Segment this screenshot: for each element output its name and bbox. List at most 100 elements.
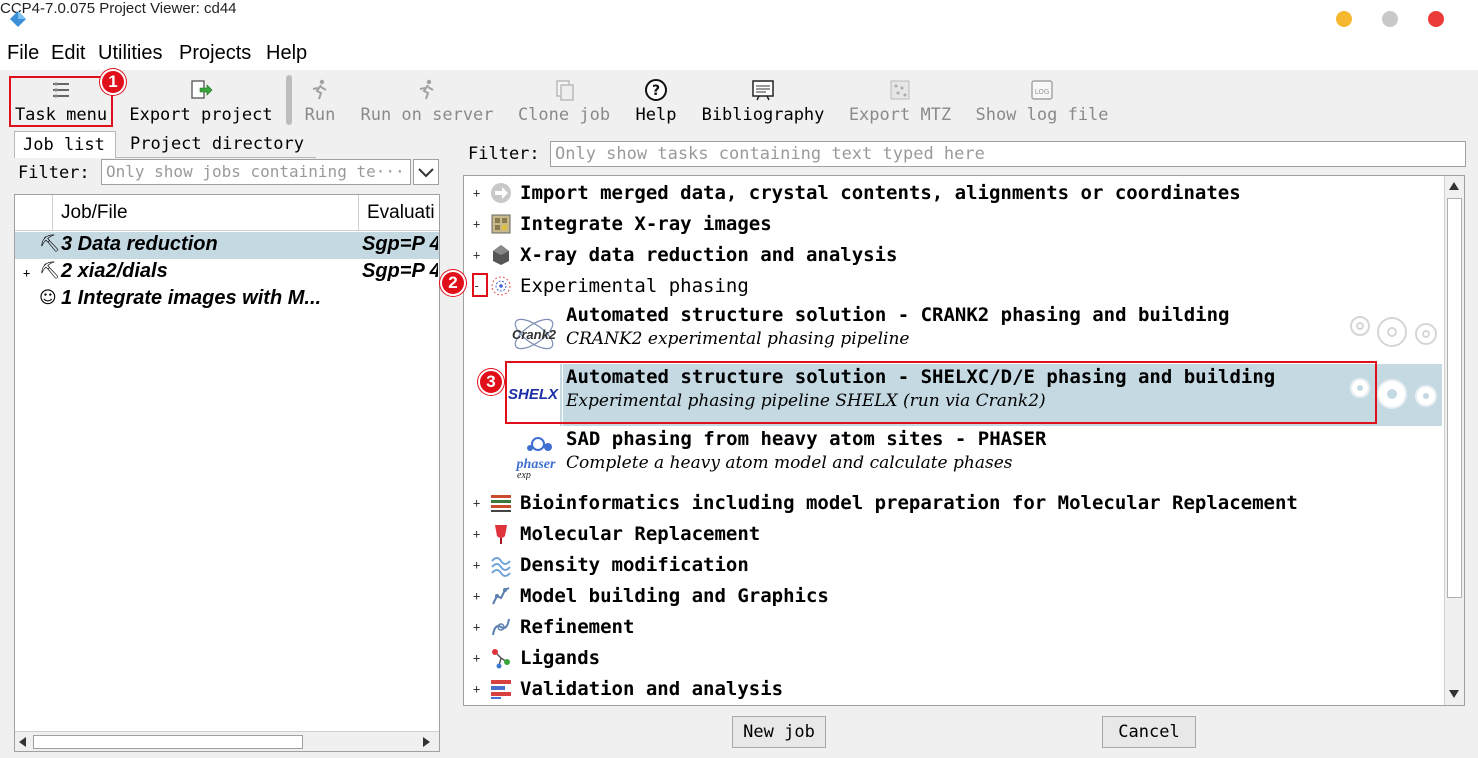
menu-projects[interactable]: Projects bbox=[179, 42, 251, 65]
category-label: Experimental phasing bbox=[520, 275, 749, 297]
category-refinement[interactable]: + Refinement bbox=[464, 612, 1444, 643]
expand-icon[interactable]: + bbox=[473, 651, 480, 665]
expand-icon[interactable]: + bbox=[473, 620, 480, 634]
bibliography-button[interactable]: Bibliography bbox=[698, 74, 828, 128]
expand-icon[interactable]: + bbox=[473, 186, 480, 200]
aimless-icon bbox=[493, 245, 509, 265]
job-table-horizontal-scrollbar[interactable] bbox=[15, 731, 439, 751]
import-arrow-icon bbox=[491, 183, 511, 203]
run-on-server-button[interactable]: Run on server bbox=[358, 74, 496, 128]
window-title: CCP4-7.0.075 Project Viewer: cd44 bbox=[0, 0, 237, 17]
expand-icon[interactable]: + bbox=[473, 682, 480, 696]
smiley-icon: ☺ bbox=[39, 288, 57, 308]
category-ligands[interactable]: + Ligands bbox=[464, 643, 1444, 674]
run-label: Run bbox=[304, 105, 336, 125]
detector-icon bbox=[491, 214, 511, 234]
category-label: Bioinformatics including model preparati… bbox=[520, 492, 1298, 514]
job-table: Job/File Evaluati ⛏ 3 Data reduction Sgp… bbox=[14, 194, 440, 752]
scroll-up-icon[interactable] bbox=[1449, 182, 1459, 190]
task-filter-input[interactable]: Only show tasks containing text typed he… bbox=[550, 141, 1466, 167]
header-spacer bbox=[15, 195, 53, 231]
menu-utilities[interactable]: Utilities bbox=[98, 42, 162, 65]
job-filter-input[interactable]: Only show jobs containing te··· bbox=[101, 159, 411, 185]
task-tree-vertical-scrollbar[interactable] bbox=[1444, 176, 1464, 705]
expand-icon[interactable]: + bbox=[473, 496, 480, 510]
expand-icon[interactable]: + bbox=[473, 527, 480, 541]
collapse-icon[interactable]: - bbox=[473, 279, 480, 293]
close-button[interactable] bbox=[1428, 11, 1444, 27]
task-title: Automated structure solution - CRANK2 ph… bbox=[566, 304, 1230, 326]
job-evaluation: Sgp=P 4 bbox=[362, 233, 438, 255]
expand-icon[interactable]: + bbox=[473, 558, 480, 572]
expand-icon[interactable]: + bbox=[473, 248, 480, 262]
maximize-button[interactable] bbox=[1382, 11, 1398, 27]
step-badge-3: 3 bbox=[478, 369, 504, 395]
ligand-icon bbox=[492, 649, 510, 669]
task-menu-button[interactable]: Task menu bbox=[10, 74, 112, 128]
job-evaluation: Sgp=P 4 bbox=[362, 260, 438, 282]
gears-icon bbox=[1350, 316, 1437, 347]
new-job-button[interactable]: New job bbox=[732, 716, 826, 748]
job-table-header: Job/File Evaluati bbox=[15, 195, 439, 231]
task-list-icon bbox=[53, 82, 69, 98]
title-bar: CCP4-7.0.075 Project Viewer: cd44 bbox=[0, 0, 1478, 38]
job-row-1[interactable]: ☺ 1 Integrate images with M... bbox=[15, 286, 439, 313]
show-log-file-button[interactable]: LOG Show log file bbox=[972, 74, 1112, 128]
column-evaluation[interactable]: Evaluati bbox=[359, 195, 439, 231]
bibliography-label: Bibliography bbox=[701, 105, 825, 125]
toolbar-separator bbox=[286, 75, 292, 125]
category-label: Import merged data, crystal contents, al… bbox=[520, 182, 1241, 204]
shelx-logo: SHELX bbox=[507, 386, 558, 403]
gears-icon bbox=[1350, 378, 1437, 409]
horizontal-scroll-thumb[interactable] bbox=[33, 735, 303, 749]
vertical-scroll-thumb[interactable] bbox=[1447, 198, 1462, 598]
shelx-divider bbox=[562, 364, 563, 426]
tab-project-directory[interactable]: Project directory bbox=[116, 134, 316, 158]
bioinformatics-icon bbox=[491, 495, 511, 512]
category-bioinformatics[interactable]: + Bioinformatics including model prepara… bbox=[464, 488, 1444, 519]
menu-edit[interactable]: Edit bbox=[51, 42, 85, 65]
clone-job-button[interactable]: Clone job bbox=[514, 74, 614, 128]
step-badge-1: 1 bbox=[100, 69, 126, 95]
export-project-label: Export project bbox=[129, 105, 273, 125]
help-button[interactable]: ? Help bbox=[632, 74, 680, 128]
category-label: Ligands bbox=[520, 647, 601, 669]
export-mtz-button[interactable]: Export MTZ bbox=[846, 74, 954, 128]
scroll-down-icon[interactable] bbox=[1449, 690, 1459, 698]
category-data-reduction[interactable]: + X-ray data reduction and analysis bbox=[464, 240, 1444, 271]
category-experimental-phasing[interactable]: - Experimental phasing bbox=[464, 271, 1444, 302]
category-integrate[interactable]: + Integrate X-ray images bbox=[464, 209, 1444, 240]
show-log-file-label: Show log file bbox=[975, 105, 1109, 125]
category-label: Model building and Graphics bbox=[520, 585, 829, 607]
task-shelx[interactable]: SHELX Automated structure solution - SHE… bbox=[504, 364, 1442, 426]
export-mtz-icon bbox=[890, 80, 910, 100]
task-phaser-sad[interactable]: phaser exp SAD phasing from heavy atom s… bbox=[504, 426, 1442, 488]
menu-file[interactable]: File bbox=[7, 42, 39, 65]
task-crank2[interactable]: Crank2 Automated structure solution - CR… bbox=[504, 302, 1442, 364]
category-molecular-replacement[interactable]: + Molecular Replacement bbox=[464, 519, 1444, 550]
scroll-right-icon[interactable] bbox=[423, 737, 431, 747]
job-expander[interactable]: + bbox=[23, 266, 30, 280]
menu-help[interactable]: Help bbox=[266, 42, 307, 65]
category-model-building[interactable]: + Model building and Graphics bbox=[464, 581, 1444, 612]
job-row-2[interactable]: + ⛏ 2 xia2/dials Sgp=P 4 bbox=[15, 259, 439, 286]
category-import[interactable]: + Import merged data, crystal contents, … bbox=[464, 178, 1444, 209]
column-job-file[interactable]: Job/File bbox=[53, 195, 359, 231]
category-label: Validation and analysis bbox=[520, 678, 784, 700]
job-row-3[interactable]: ⛏ 3 Data reduction Sgp=P 4 bbox=[15, 232, 439, 259]
job-filter-dropdown[interactable] bbox=[413, 159, 439, 185]
expand-icon[interactable]: + bbox=[473, 589, 480, 603]
run-button[interactable]: Run bbox=[298, 74, 342, 128]
phasing-icon bbox=[491, 276, 511, 296]
help-label: Help bbox=[635, 105, 677, 125]
expand-icon[interactable]: + bbox=[473, 217, 480, 231]
category-density-modification[interactable]: + Density modification bbox=[464, 550, 1444, 581]
scroll-left-icon[interactable] bbox=[19, 737, 27, 747]
tab-job-list[interactable]: Job list bbox=[14, 131, 116, 158]
export-project-button[interactable]: Export project bbox=[128, 74, 274, 128]
category-validation[interactable]: + Validation and analysis bbox=[464, 674, 1444, 705]
bibliography-icon bbox=[752, 80, 774, 101]
chevron-down-icon bbox=[418, 168, 434, 178]
minimize-button[interactable] bbox=[1336, 11, 1352, 27]
cancel-button[interactable]: Cancel bbox=[1102, 716, 1196, 748]
